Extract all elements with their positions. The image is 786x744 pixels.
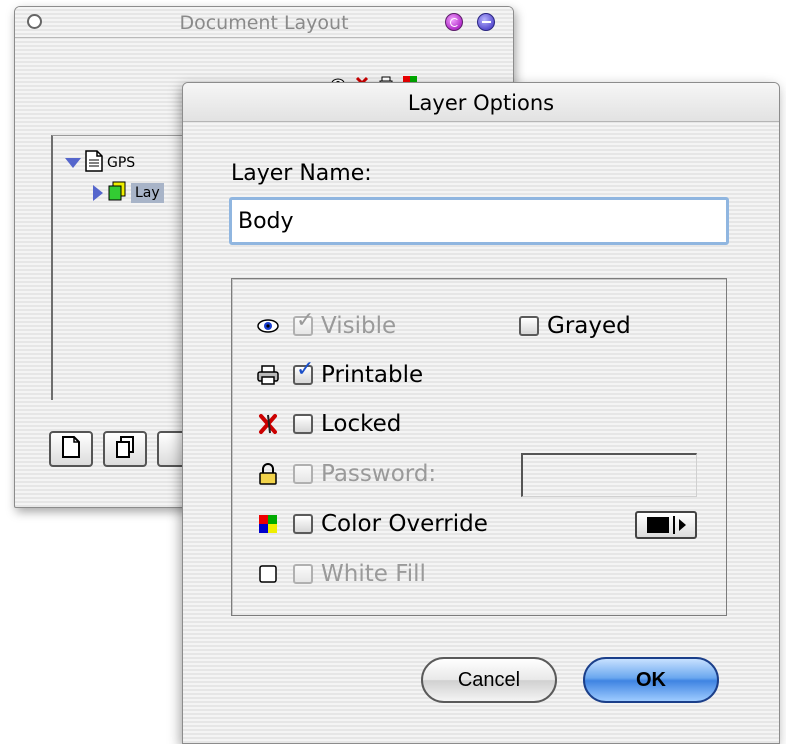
tree-row-document[interactable]: GPS xyxy=(65,150,135,176)
duplicate-layer-button[interactable] xyxy=(103,431,147,467)
grayed-option[interactable]: Grayed xyxy=(519,309,631,343)
printable-checkbox[interactable]: ✓ xyxy=(293,359,314,385)
white-fill-checkbox[interactable] xyxy=(293,564,313,584)
tree-layer-label: Lay xyxy=(131,183,164,203)
password-option[interactable]: Password: xyxy=(257,457,436,491)
layer-action-buttons xyxy=(49,431,201,467)
printer-icon xyxy=(257,364,279,386)
color-override-checkbox[interactable] xyxy=(293,514,313,534)
disclosure-triangle-collapsed-icon[interactable] xyxy=(93,185,103,201)
color-swatch xyxy=(646,517,669,533)
ok-button[interactable]: OK xyxy=(583,657,719,703)
grayed-label: Grayed xyxy=(547,313,631,339)
printable-option[interactable]: ✓ Printable xyxy=(257,358,423,392)
document-layout-titlebar[interactable]: Document Layout xyxy=(15,7,513,38)
locked-pencil-x-icon xyxy=(257,413,279,435)
dialog-title: Layer Options xyxy=(407,91,555,115)
color-override-option[interactable]: Color Override xyxy=(257,507,488,541)
document-icon xyxy=(85,150,103,176)
layer-options-dialog: Layer Options Layer Name: ✓ Visible Gray… xyxy=(182,82,780,744)
color-popup-button[interactable] xyxy=(635,511,697,539)
tree-document-label: GPS xyxy=(107,155,136,171)
password-checkbox[interactable] xyxy=(293,464,313,484)
document-layout-title: Document Layout xyxy=(179,12,349,34)
locked-label: Locked xyxy=(321,411,402,437)
minimize-window-button[interactable] xyxy=(477,13,495,31)
popup-arrow-icon xyxy=(678,519,686,531)
tree-row-layer[interactable]: Lay xyxy=(93,181,164,205)
color-override-label: Color Override xyxy=(321,511,488,537)
new-layer-button[interactable] xyxy=(49,431,93,467)
locked-option[interactable]: Locked xyxy=(257,407,401,441)
locked-checkbox[interactable] xyxy=(293,414,313,434)
duplicate-icon xyxy=(115,436,135,462)
new-document-icon xyxy=(62,436,80,462)
eye-icon xyxy=(257,315,279,337)
layer-name-label: Layer Name: xyxy=(231,161,372,186)
layer-name-input[interactable] xyxy=(229,197,729,245)
white-square-icon xyxy=(257,563,279,585)
layers-icon xyxy=(107,181,127,205)
password-label: Password: xyxy=(321,461,437,487)
password-field[interactable] xyxy=(521,453,697,497)
visible-option[interactable]: ✓ Visible xyxy=(257,309,396,343)
color-popup-separator xyxy=(672,516,675,534)
padlock-icon xyxy=(257,463,279,485)
white-fill-label: White Fill xyxy=(321,561,426,587)
visible-label: Visible xyxy=(321,313,397,339)
grayed-checkbox[interactable] xyxy=(519,316,539,336)
color-squares-icon xyxy=(257,513,279,535)
printable-label: Printable xyxy=(321,362,424,388)
disclosure-triangle-expanded-icon[interactable] xyxy=(65,158,81,168)
layer-options-titlebar[interactable]: Layer Options xyxy=(183,83,779,122)
cancel-button[interactable]: Cancel xyxy=(421,657,557,703)
collapse-window-button[interactable] xyxy=(445,13,463,31)
white-fill-option[interactable]: White Fill xyxy=(257,557,426,591)
visible-checkbox[interactable]: ✓ xyxy=(293,310,314,336)
